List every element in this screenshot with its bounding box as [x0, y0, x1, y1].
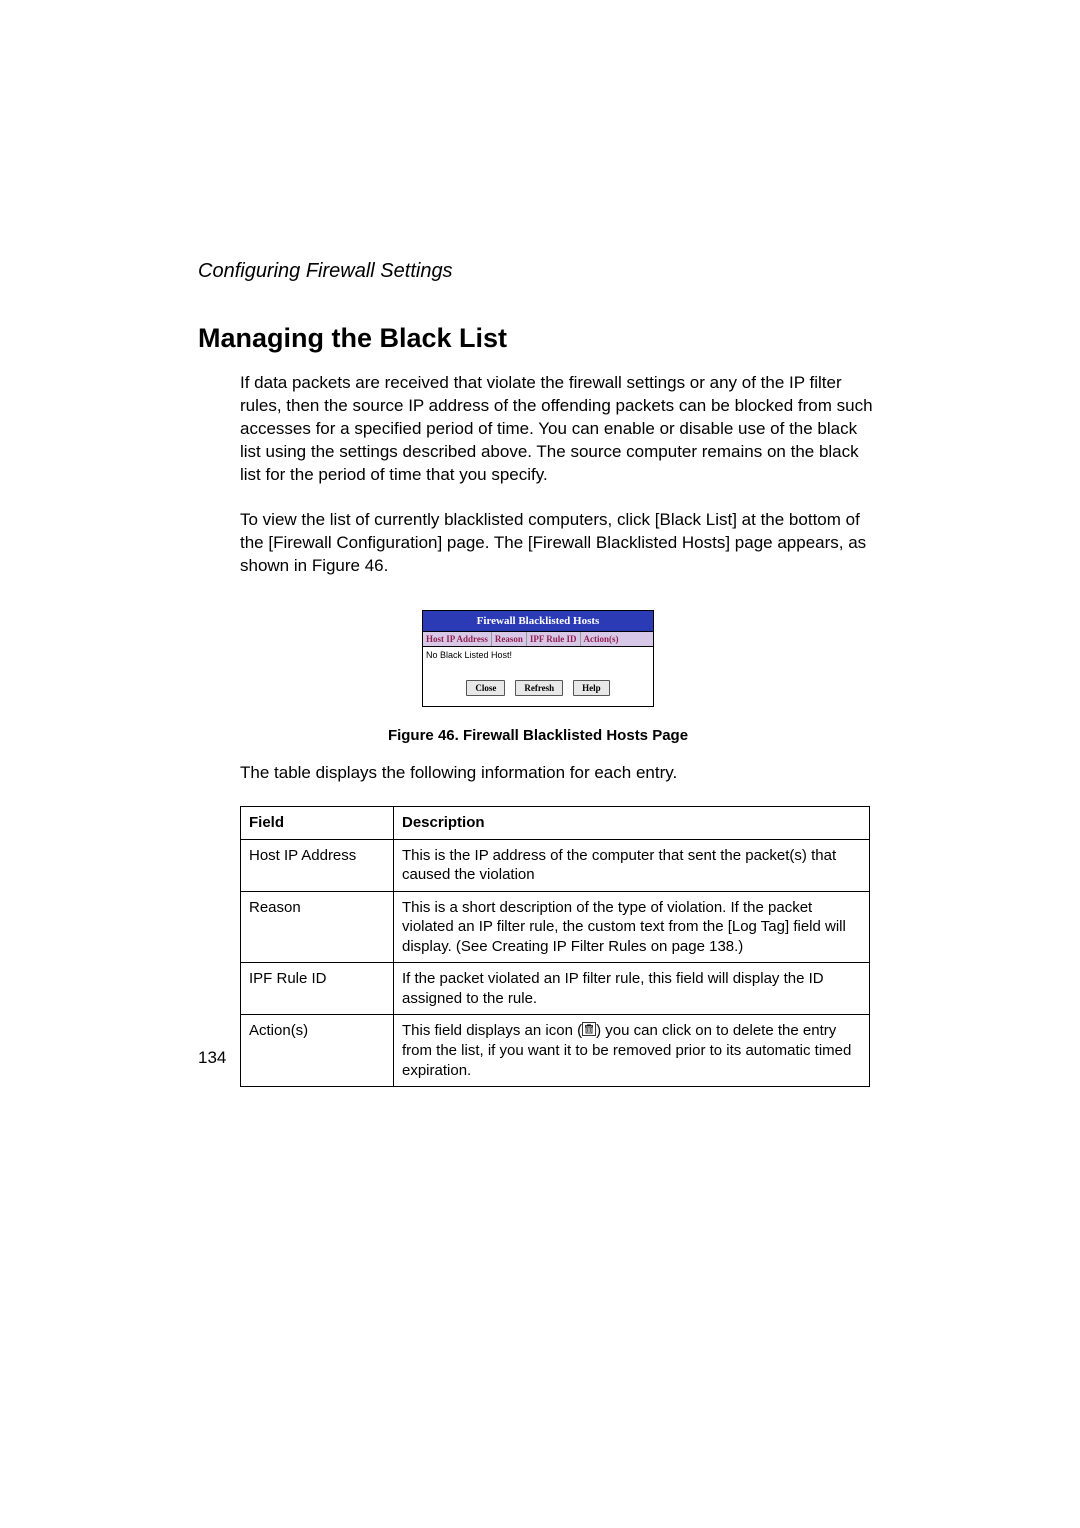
- section-header: Configuring Firewall Settings: [198, 260, 878, 283]
- cell-field: Reason: [241, 891, 394, 963]
- table-row: Reason This is a short description of th…: [241, 891, 870, 963]
- table-row: IPF Rule ID If the packet violated an IP…: [241, 963, 870, 1015]
- paragraph-3: The table displays the following informa…: [240, 762, 878, 785]
- desc-pre: This field displays an icon (: [402, 1022, 582, 1039]
- help-button[interactable]: Help: [573, 680, 610, 696]
- page-number: 134: [198, 1048, 226, 1068]
- firewall-blacklist-panel: Firewall Blacklisted Hosts Host IP Addre…: [422, 610, 654, 707]
- panel-empty-message: No Black Listed Host!: [423, 647, 653, 672]
- table-row: Action(s) This field displays an icon ()…: [241, 1015, 870, 1087]
- col-reason: Reason: [492, 632, 527, 646]
- field-description-table: Field Description Host IP Address This i…: [240, 806, 870, 1087]
- cell-field: Host IP Address: [241, 839, 394, 891]
- col-ipf-rule-id: IPF Rule ID: [527, 632, 581, 646]
- paragraph-2: To view the list of currently blackliste…: [240, 509, 878, 578]
- document-page: Configuring Firewall Settings Managing t…: [198, 260, 878, 1087]
- paragraph-1: If data packets are received that violat…: [240, 372, 878, 487]
- cell-field: Action(s): [241, 1015, 394, 1087]
- trash-icon: [582, 1022, 596, 1042]
- th-description: Description: [394, 807, 870, 840]
- cell-field: IPF Rule ID: [241, 963, 394, 1015]
- page-title: Managing the Black List: [198, 323, 878, 354]
- refresh-button[interactable]: Refresh: [515, 680, 563, 696]
- cell-desc-actions: This field displays an icon () you can c…: [394, 1015, 870, 1087]
- cell-desc: This is a short description of the type …: [394, 891, 870, 963]
- close-button[interactable]: Close: [466, 680, 505, 696]
- th-field: Field: [241, 807, 394, 840]
- table-row: Host IP Address This is the IP address o…: [241, 839, 870, 891]
- cell-desc: If the packet violated an IP filter rule…: [394, 963, 870, 1015]
- panel-header-row: Host IP Address Reason IPF Rule ID Actio…: [423, 631, 653, 647]
- col-host-ip: Host IP Address: [423, 632, 492, 646]
- col-actions: Action(s): [581, 632, 624, 646]
- cell-desc: This is the IP address of the computer t…: [394, 839, 870, 891]
- panel-title: Firewall Blacklisted Hosts: [423, 611, 653, 631]
- table-header-row: Field Description: [241, 807, 870, 840]
- figure-46: Firewall Blacklisted Hosts Host IP Addre…: [198, 610, 878, 744]
- figure-caption: Figure 46. Firewall Blacklisted Hosts Pa…: [388, 727, 688, 744]
- panel-button-row: Close Refresh Help: [423, 672, 653, 706]
